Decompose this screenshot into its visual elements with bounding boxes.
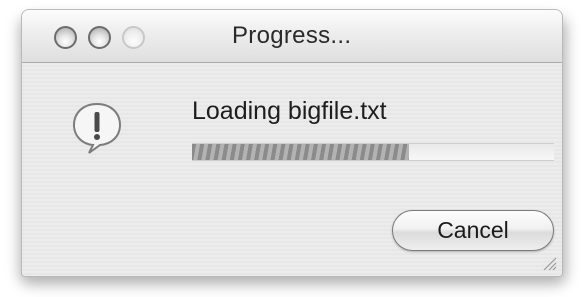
alert-icon [72, 102, 122, 154]
zoom-window-button [122, 26, 145, 49]
titlebar[interactable]: Progress... [22, 10, 562, 63]
dialog-body: Loading bigfile.txt Cancel [22, 63, 562, 276]
progress-bar-fill [192, 144, 410, 160]
close-window-button[interactable] [54, 26, 77, 49]
screen: Progress... Loading bigfile.txt Cancel [0, 0, 581, 297]
resize-grip-icon[interactable] [541, 255, 557, 271]
window-title: Progress... [232, 22, 352, 49]
progress-window: Progress... Loading bigfile.txt Cancel [22, 10, 562, 276]
cancel-button[interactable]: Cancel [392, 210, 554, 251]
status-message: Loading bigfile.txt [192, 97, 387, 125]
minimize-window-button[interactable] [88, 26, 111, 49]
progress-bar [192, 143, 554, 161]
